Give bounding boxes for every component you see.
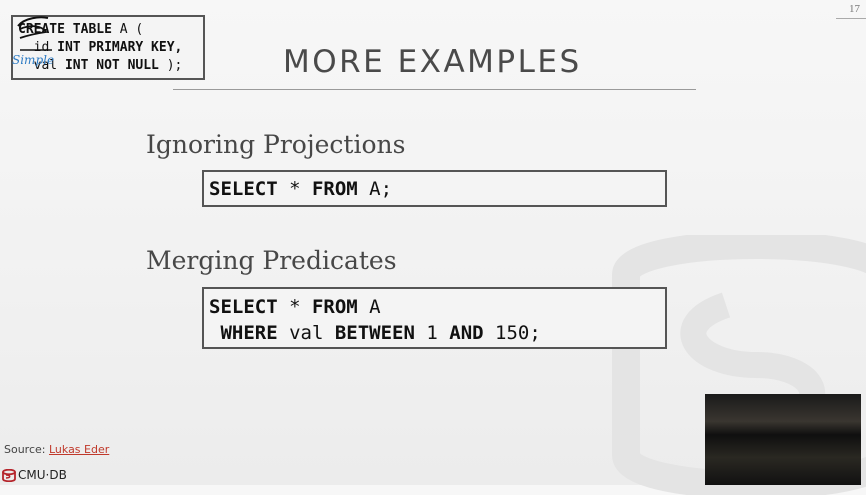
code-text: ); [158, 58, 183, 73]
code-text: A ( [111, 22, 144, 37]
code-keyword: FROM [311, 296, 358, 318]
code-text: 1 [414, 322, 450, 344]
cmu-db-logo: CMU·DB [2, 468, 67, 482]
code-text: A [357, 296, 381, 318]
source-link[interactable]: Lukas Eder [49, 443, 109, 456]
code-keyword: BETWEEN [334, 322, 415, 344]
code-line-1: SELECT * FROM A [209, 294, 660, 320]
code-block-merging-predicates: SELECT * FROM A WHERE val BETWEEN 1 AND … [202, 287, 667, 349]
code-text: * [277, 296, 312, 318]
code-text: 150; [483, 322, 541, 344]
section-heading-ignoring-projections: Ignoring Projections [146, 130, 406, 159]
annotation-text: Simple [12, 53, 55, 67]
source-credit: Source: Lukas Eder [4, 443, 109, 456]
code-line: SELECT * FROM A; [209, 177, 660, 202]
code-text: * [277, 178, 312, 200]
section-heading-merging-predicates: Merging Predicates [146, 246, 397, 275]
title-underline [173, 89, 696, 90]
handwritten-annotation [17, 16, 52, 51]
code-text: val [277, 322, 335, 344]
code-keyword: SELECT [209, 178, 278, 200]
slide-number-rule [836, 18, 866, 19]
code-keyword: AND [449, 322, 484, 344]
source-label: Source: [4, 443, 49, 456]
database-logo-icon [2, 468, 16, 482]
code-keyword: INT NOT NULL [57, 58, 159, 73]
code-block-ignoring-projections: SELECT * FROM A; [202, 170, 667, 207]
slide-number: 17 [849, 3, 860, 15]
code-keyword: WHERE [220, 322, 278, 344]
code-keyword: FROM [311, 178, 358, 200]
code-line-2: WHERE val BETWEEN 1 AND 150; [209, 320, 660, 346]
video-feed [705, 394, 861, 485]
code-keyword: SELECT [209, 296, 278, 318]
code-text: A; [357, 178, 393, 200]
logo-text: CMU·DB [18, 468, 67, 482]
slide-title: MORE EXAMPLES [283, 44, 582, 80]
